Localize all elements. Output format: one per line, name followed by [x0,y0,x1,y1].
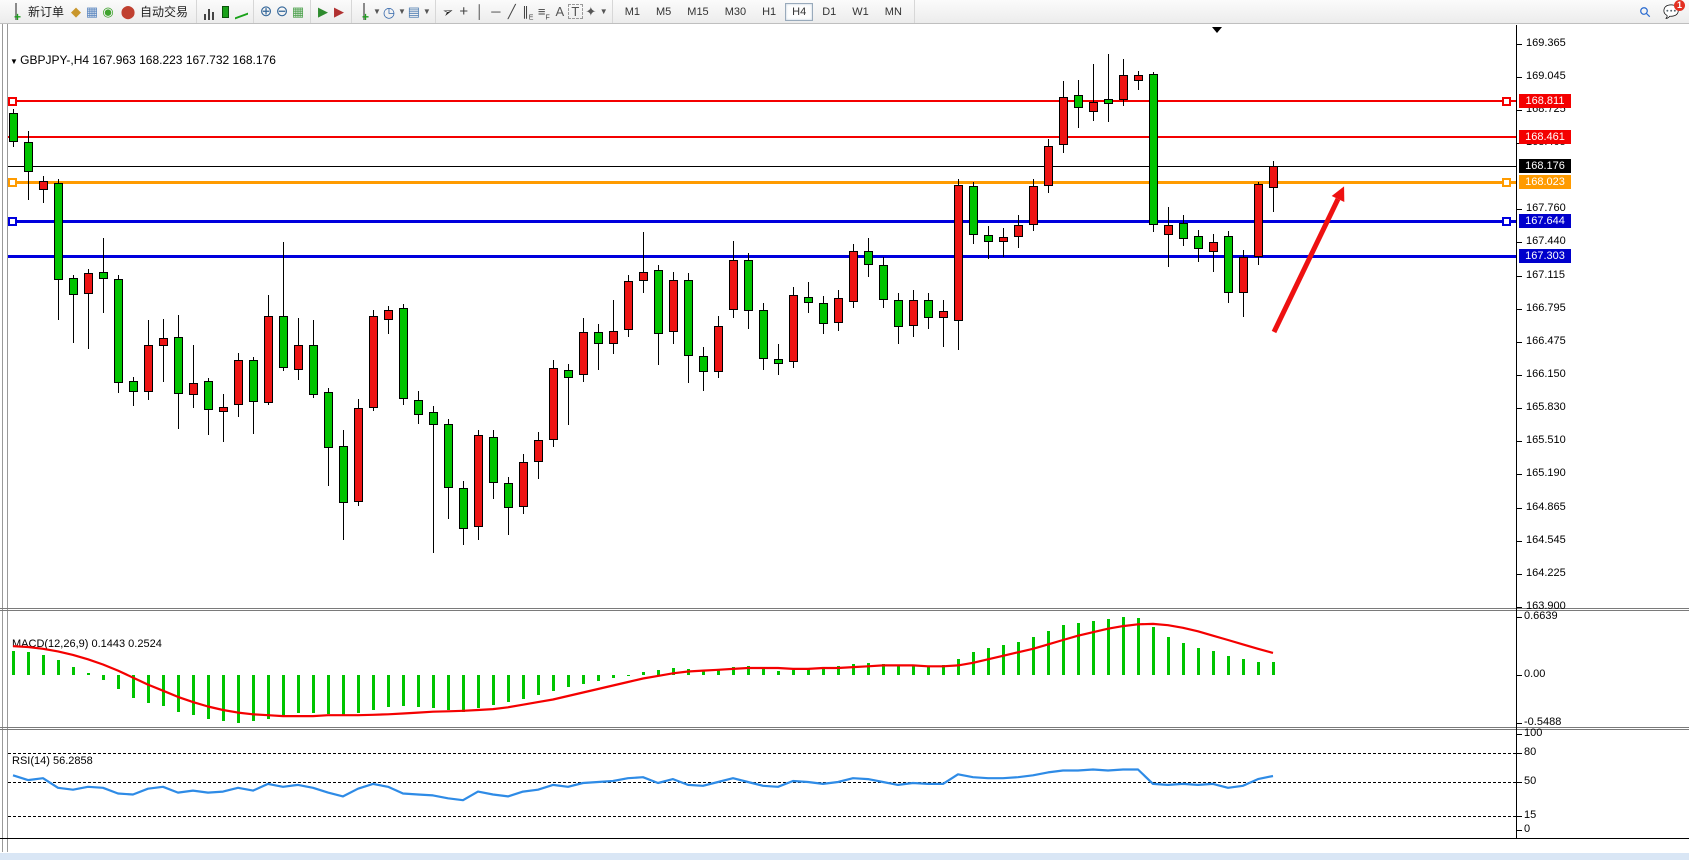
macd-signal-line [13,624,1273,716]
window-bottom-strip [0,853,1689,860]
chart-window[interactable]: ▼ GBPJPY-,H4 167.963 168.223 167.732 168… [0,24,1689,860]
indicator-lines-overlay [0,0,1689,860]
rsi-line [13,770,1273,801]
annotation-arrow-shaft[interactable] [1274,199,1338,332]
mt4-window: 新订单 ◆ ▦ ◉ ⬤ 自动交易 ⊕ ⊖ ▦ ▶ ▶ ▼ ◷▼ ▤▼ [0,0,1689,860]
